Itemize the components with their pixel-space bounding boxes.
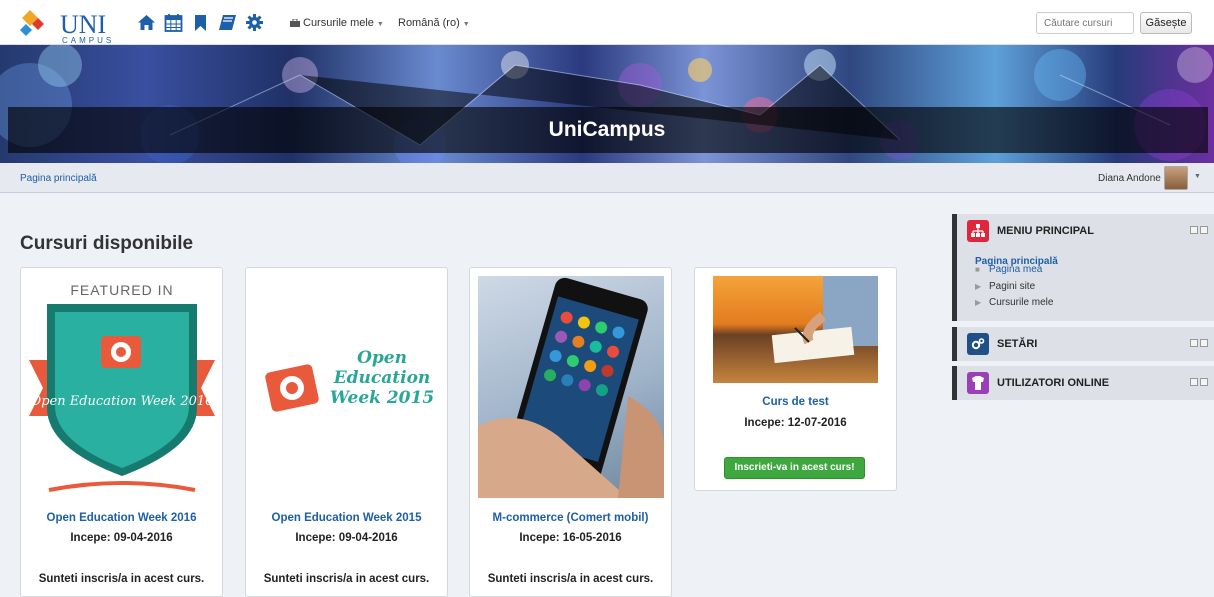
- enrollment-status: Sunteti inscris/a in acest curs.: [263, 573, 430, 585]
- language-dropdown[interactable]: Română (ro) ▼: [398, 17, 470, 29]
- user-avatar[interactable]: [1164, 166, 1188, 190]
- course-start-date: Incepe: 09-04-2016: [70, 532, 173, 544]
- breadcrumb-bar: Pagina principală Diana Andone ▼: [0, 163, 1214, 193]
- cogs-icon: [967, 333, 989, 355]
- search-button[interactable]: Găsește: [1140, 12, 1192, 34]
- logo-diamond-icon: [20, 10, 44, 36]
- enrollment-status: Sunteti inscris/a in acest curs.: [487, 573, 654, 585]
- unicampus-logo[interactable]: UNI CAMPUS: [20, 8, 111, 45]
- top-navbar: UNI CAMPUS Cursurile mele ▼ Română (ro) ▼ …: [0, 0, 1214, 45]
- main-menu-block: MENIU PRINCIPAL Pagina principală ■ Pagin…: [952, 214, 1214, 321]
- site-banner: UniCampus: [0, 45, 1214, 163]
- course-start-date: Incepe: 12-07-2016: [744, 417, 847, 429]
- menu-item-label: Cursurile mele: [989, 297, 1054, 308]
- course-card: Curs de test Incepe: 12-07-2016 Inscriet…: [694, 267, 897, 491]
- course-card: M-commerce (Comert mobil) Incepe: 16-05-…: [469, 267, 672, 597]
- course-image[interactable]: [478, 276, 664, 498]
- course-title-link[interactable]: M-commerce (Comert mobil): [470, 512, 671, 524]
- enroll-button[interactable]: Inscrieti-va in acest curs!: [724, 457, 865, 479]
- language-label: Română (ro): [398, 17, 460, 29]
- course-start-date: Incepe: 09-04-2016: [295, 532, 398, 544]
- featured-label: FEATURED IN: [70, 282, 174, 298]
- expand-icon[interactable]: [1190, 378, 1198, 386]
- my-courses-dropdown[interactable]: Cursurile mele ▼: [290, 17, 384, 29]
- dock-icon[interactable]: [1200, 339, 1208, 347]
- block-header[interactable]: UTILIZATORI ONLINE: [967, 366, 1109, 400]
- dock-icon[interactable]: [1200, 378, 1208, 386]
- block-title: UTILIZATORI ONLINE: [997, 377, 1110, 389]
- online-users-block: UTILIZATORI ONLINE: [952, 366, 1214, 400]
- settings-block: SETĂRI: [952, 327, 1214, 361]
- writing-desk-photo: [771, 276, 878, 364]
- course-title-link[interactable]: Open Education Week 2015: [246, 512, 447, 524]
- gear-icon[interactable]: [244, 12, 265, 33]
- expand-arrow-icon: ▶: [975, 282, 982, 291]
- menu-item-my-courses[interactable]: ▶ Cursurile mele: [975, 297, 1053, 308]
- bullet-icon: ■: [975, 265, 980, 274]
- book-icon[interactable]: [217, 12, 238, 33]
- expand-icon[interactable]: [1190, 339, 1198, 347]
- site-title: UniCampus: [548, 118, 666, 141]
- oew2015-logo-text: Open Education Week 2015: [329, 348, 435, 408]
- block-header[interactable]: MENIU PRINCIPAL: [967, 214, 1094, 248]
- block-title: SETĂRI: [997, 338, 1038, 350]
- breadcrumb-home-link[interactable]: Pagina principală: [20, 173, 97, 184]
- home-icon[interactable]: [136, 12, 157, 33]
- course-image[interactable]: Open Education Week 2015: [254, 276, 440, 498]
- enrollment-status: Sunteti inscris/a in acest curs.: [38, 573, 205, 585]
- chevron-down-icon: ▼: [376, 21, 384, 28]
- smartphone-photo: [478, 277, 664, 498]
- course-card: FEATURED IN Open Education Week 2016 Ope…: [20, 267, 223, 597]
- nav-icon-group: [136, 12, 265, 33]
- collapse-icon[interactable]: [1190, 226, 1198, 234]
- block-controls: [1190, 226, 1208, 234]
- users-icon: [967, 372, 989, 394]
- menu-item-label: Pagini site: [989, 281, 1036, 292]
- course-search-input[interactable]: [1036, 12, 1134, 34]
- course-start-date: Incepe: 16-05-2016: [519, 532, 622, 544]
- course-title-link[interactable]: Curs de test: [695, 396, 896, 408]
- block-controls: [1190, 339, 1208, 347]
- block-header[interactable]: SETĂRI: [967, 327, 1037, 361]
- course-image[interactable]: [713, 276, 878, 383]
- menu-item-site-pages[interactable]: ▶ Pagini site: [975, 281, 1035, 292]
- sitemap-icon: [967, 220, 989, 242]
- bookmark-icon[interactable]: [190, 12, 211, 33]
- my-courses-label: Cursurile mele: [303, 17, 374, 29]
- briefcase-icon: [290, 18, 300, 28]
- block-controls: [1190, 378, 1208, 386]
- expand-arrow-icon: ▶: [975, 298, 982, 307]
- course-image[interactable]: FEATURED IN Open Education Week 2016: [29, 276, 215, 498]
- dock-icon[interactable]: [1200, 226, 1208, 234]
- badge-text: Open Education Week 2016: [30, 394, 214, 409]
- logo-subtext: CAMPUS: [62, 36, 115, 45]
- course-title-link[interactable]: Open Education Week 2016: [21, 512, 222, 524]
- menu-item-my-page[interactable]: ■ Pagina mea: [975, 264, 1042, 275]
- calendar-icon[interactable]: [163, 12, 184, 33]
- user-menu-chevron-icon[interactable]: ▼: [1194, 173, 1201, 180]
- chevron-down-icon: ▼: [462, 21, 470, 28]
- page-title: Cursuri disponibile: [20, 233, 194, 254]
- block-title: MENIU PRINCIPAL: [997, 225, 1094, 237]
- logo-text: UNI: [60, 10, 107, 39]
- course-card: Open Education Week 2015 Open Education …: [245, 267, 448, 597]
- menu-item-label: Pagina mea: [989, 264, 1043, 275]
- user-name[interactable]: Diana Andone: [1098, 173, 1161, 184]
